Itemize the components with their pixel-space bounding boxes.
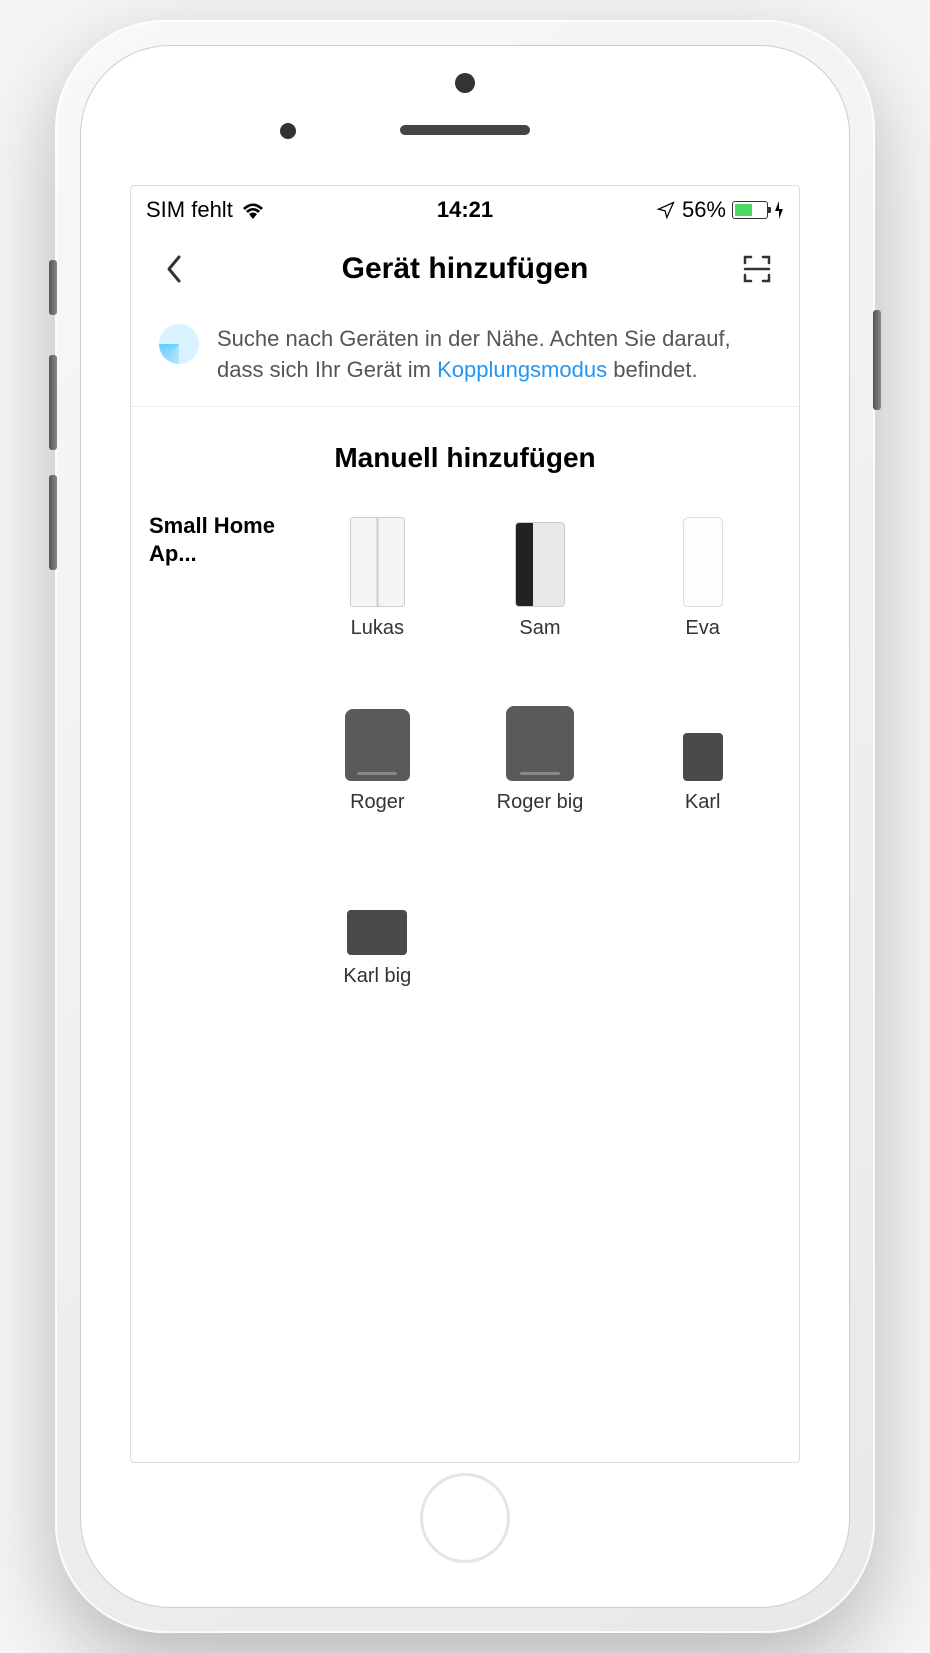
device-icon: [683, 517, 723, 607]
device-item-karl-big[interactable]: Karl big: [301, 852, 454, 996]
sidebar-item-small-home-appliances[interactable]: Small Home Ap...: [149, 504, 286, 577]
device-label: Roger: [350, 791, 404, 814]
device-item-roger[interactable]: Roger: [301, 678, 454, 822]
page-title: Gerät hinzufügen: [342, 252, 589, 286]
scan-icon: [741, 253, 773, 285]
phone-inner: SIM fehlt 14:21 56%: [80, 45, 850, 1608]
phone-frame: SIM fehlt 14:21 56%: [55, 20, 875, 1633]
category-sidebar: Small Home Ap...: [131, 504, 291, 1462]
search-info-text: Suche nach Geräten in der Nähe. Achten S…: [217, 324, 771, 386]
status-left: SIM fehlt: [146, 197, 265, 223]
volume-up: [49, 355, 57, 450]
radar-icon: [159, 324, 199, 364]
manual-add-heading: Manuell hinzufügen: [131, 407, 799, 504]
search-text-after: befindet.: [607, 357, 698, 382]
device-icon: [350, 517, 405, 607]
device-image: [663, 512, 743, 607]
device-label: Roger big: [497, 791, 584, 814]
content-row: Small Home Ap... Lukas Sam Eva Roger Roger b…: [131, 504, 799, 1462]
device-icon: [345, 709, 410, 781]
device-image: [500, 686, 580, 781]
device-grid: Lukas Sam Eva Roger Roger big Karl Karl big: [291, 504, 799, 1462]
status-bar: SIM fehlt 14:21 56%: [131, 186, 799, 234]
device-item-eva[interactable]: Eva: [626, 504, 779, 648]
battery-icon: [732, 201, 768, 219]
battery-percent: 56%: [682, 197, 726, 223]
camera-dot: [455, 73, 475, 93]
device-image: [500, 512, 580, 607]
status-right: 56%: [656, 197, 784, 223]
device-label: Karl big: [343, 965, 411, 988]
mute-switch: [49, 260, 57, 315]
volume-down: [49, 475, 57, 570]
device-icon: [347, 910, 407, 955]
device-label: Sam: [519, 617, 560, 640]
device-image: [337, 860, 417, 955]
device-icon: [506, 706, 574, 781]
home-button[interactable]: [420, 1473, 510, 1563]
device-item-sam[interactable]: Sam: [464, 504, 617, 648]
search-info-panel: Suche nach Geräten in der Nähe. Achten S…: [131, 304, 799, 407]
device-label: Karl: [685, 791, 721, 814]
device-image: [337, 512, 417, 607]
location-icon: [656, 200, 676, 220]
device-image: [337, 686, 417, 781]
battery-fill: [735, 204, 752, 216]
device-image: [663, 686, 743, 781]
carrier-label: SIM fehlt: [146, 197, 233, 223]
sensor-dot: [280, 123, 296, 139]
power-button: [873, 310, 881, 410]
device-icon: [683, 733, 723, 781]
charging-icon: [774, 201, 784, 219]
speaker-grille: [400, 125, 530, 135]
back-button[interactable]: [156, 252, 191, 287]
device-label: Lukas: [351, 617, 404, 640]
phone-top: [80, 45, 850, 185]
wifi-icon: [241, 201, 265, 219]
nav-header: Gerät hinzufügen: [131, 234, 799, 304]
device-icon: [515, 522, 565, 607]
device-item-karl[interactable]: Karl: [626, 678, 779, 822]
status-time: 14:21: [437, 197, 493, 223]
chevron-left-icon: [165, 254, 183, 284]
pairing-mode-link[interactable]: Kopplungsmodus: [437, 357, 607, 382]
device-item-lukas[interactable]: Lukas: [301, 504, 454, 648]
device-label: Eva: [685, 617, 719, 640]
scan-button[interactable]: [739, 252, 774, 287]
screen: SIM fehlt 14:21 56%: [130, 185, 800, 1463]
device-item-roger-big[interactable]: Roger big: [464, 678, 617, 822]
